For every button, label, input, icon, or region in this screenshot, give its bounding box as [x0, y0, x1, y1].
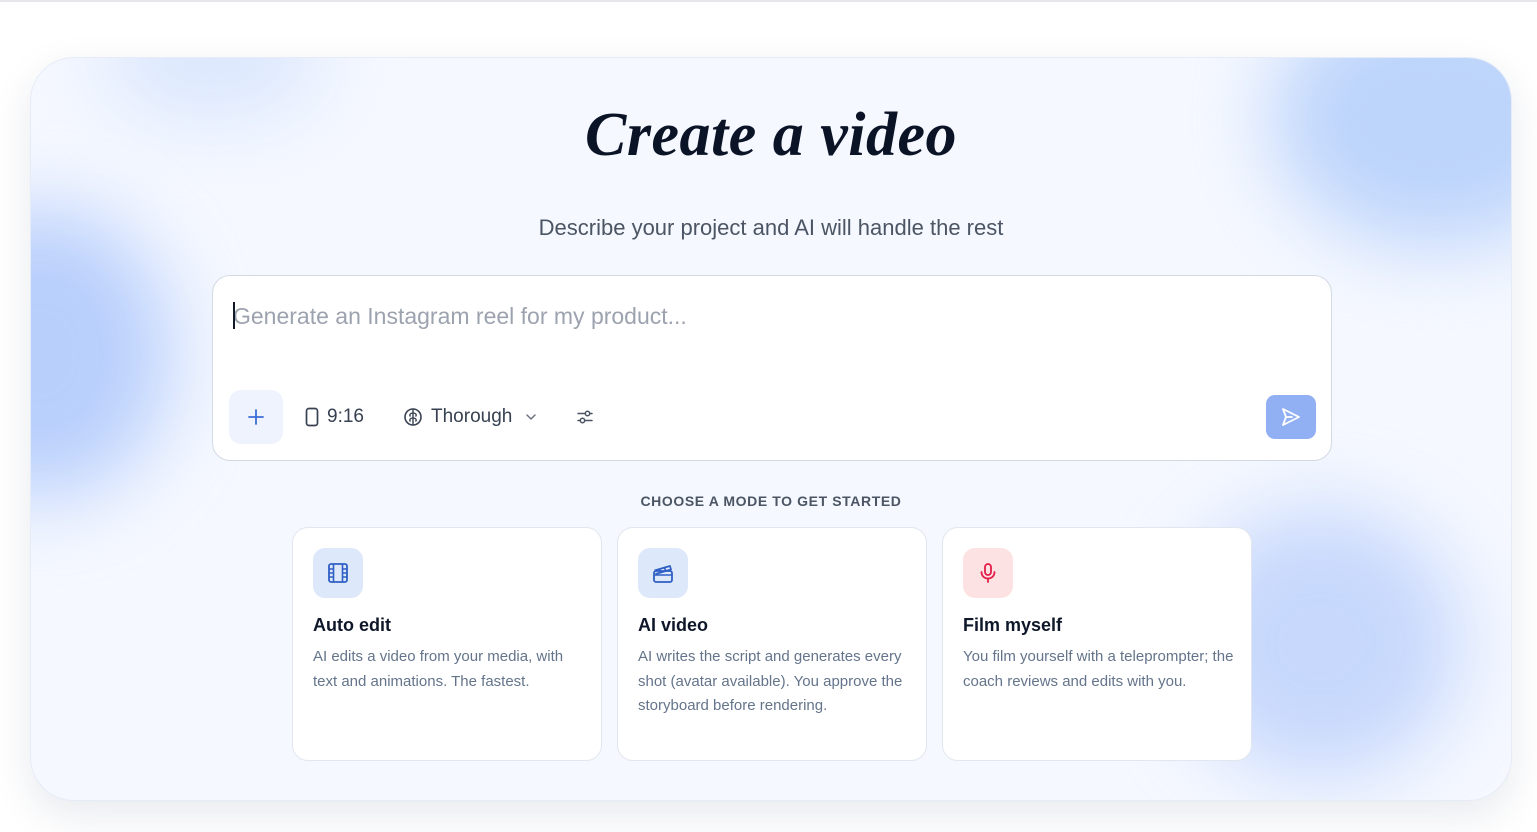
card-title: Auto edit — [313, 615, 391, 635]
card-title: Film myself — [963, 615, 1063, 635]
card-description: You film yourself with a teleprompter; t… — [963, 648, 1234, 690]
add-media-button[interactable] — [229, 390, 283, 444]
card-description: AI edits a video from your media, with t… — [313, 648, 564, 690]
create-video-panel: Create a video Describe your project and… — [30, 57, 1512, 801]
card-icon-badge — [313, 548, 363, 598]
clapperboard-icon — [653, 565, 673, 583]
page-title: Create a video — [584, 101, 957, 169]
quality-mode-label: Thorough — [431, 406, 513, 427]
mode-card-auto-edit[interactable]: Auto edit AI edits a video from your med… — [292, 527, 602, 761]
card-title: AI video — [638, 615, 709, 635]
film-icon — [328, 563, 348, 583]
mode-card-film-myself[interactable]: Film myself You film yourself with a tel… — [942, 527, 1252, 761]
aspect-ratio-label: 9:16 — [327, 406, 364, 427]
mode-card-ai-video[interactable]: AI video AI writes the script and genera… — [617, 527, 927, 761]
card-icon-badge — [963, 548, 1013, 598]
card-icon-badge — [638, 548, 688, 598]
card-description: AI writes the script and generates every… — [638, 648, 903, 714]
top-divider — [0, 0, 1537, 2]
microphone-icon — [980, 563, 996, 583]
brain-icon — [404, 408, 422, 426]
text-caret — [233, 302, 235, 329]
aspect-ratio-button[interactable]: 9:16 — [305, 390, 364, 444]
page-subtitle: Describe your project and AI will handle… — [538, 215, 1004, 240]
prompt-composer: 9:16 Thorough — [212, 275, 1332, 461]
chevron-down-icon — [526, 414, 537, 420]
send-icon — [1282, 408, 1300, 426]
plus-icon — [248, 409, 264, 425]
sliders-icon — [577, 410, 593, 424]
decorative-blob — [31, 208, 171, 498]
prompt-input[interactable] — [233, 298, 1303, 334]
send-button[interactable] — [1266, 395, 1316, 439]
quality-mode-dropdown[interactable]: Thorough — [403, 390, 538, 444]
advanced-settings-button[interactable] — [575, 390, 595, 444]
choose-mode-label: CHOOSE A MODE TO GET STARTED — [640, 493, 902, 509]
phone-portrait-icon — [305, 407, 319, 427]
